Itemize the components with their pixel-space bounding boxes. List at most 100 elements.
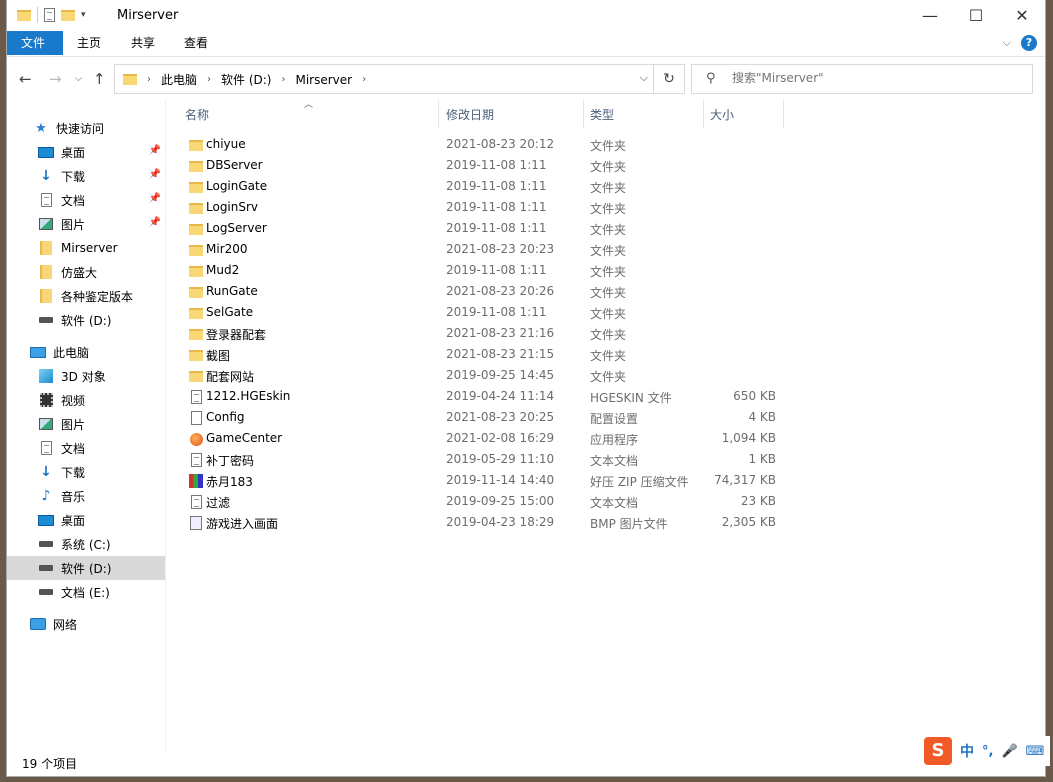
file-row[interactable]: RunGate 2021-08-23 20:26 文件夹 [182,281,782,302]
sidebar-item-this-pc[interactable]: 此电脑 [7,340,165,364]
sidebar-item-pictures[interactable]: 图片 📌 [7,212,165,236]
breadcrumb-item[interactable]: 软件 (D:) [221,71,271,88]
sidebar-item-quick-access[interactable]: ★ 快速访问 [7,116,165,140]
sidebar-item-videos[interactable]: 视频 [7,388,165,412]
column-separator[interactable] [783,100,784,128]
file-row[interactable]: LoginGate 2019-11-08 1:11 文件夹 [182,176,782,197]
file-row[interactable]: DBServer 2019-11-08 1:11 文件夹 [182,155,782,176]
column-separator[interactable] [583,100,584,128]
file-row[interactable]: LoginSrv 2019-11-08 1:11 文件夹 [182,197,782,218]
file-type: 文本文档 [590,496,639,510]
tab-view[interactable]: 查看 [170,31,222,55]
keyboard-icon[interactable]: ⌨ [1026,744,1045,759]
sidebar-item-network[interactable]: 网络 [7,612,165,636]
ime-language-toggle[interactable]: 中 [960,741,974,761]
sidebar-item-downloads-pc[interactable]: ↓ 下载 [7,460,165,484]
file-row[interactable]: 补丁密码 2019-05-29 11:10 文本文档 1 KB [182,449,782,470]
sidebar-item-drive-e[interactable]: 文档 (E:) [7,580,165,604]
sidebar-item-desktop[interactable]: 桌面 📌 [7,140,165,164]
sidebar-item-documents-pc[interactable]: 文档 [7,436,165,460]
properties-icon[interactable] [44,8,55,22]
status-bar: 19 个项目 [7,750,1045,776]
search-box[interactable]: ⚲ [691,64,1033,94]
pane-divider[interactable] [165,100,166,750]
file-row[interactable]: 过滤 2019-09-25 15:00 文本文档 23 KB [182,491,782,512]
refresh-icon[interactable]: ↻ [653,65,684,93]
file-icon [188,389,204,405]
sidebar-item-label: 软件 (D:) [61,313,112,328]
file-row[interactable]: 截图 2021-08-23 21:15 文件夹 [182,344,782,365]
sidebar-item-drive-d[interactable]: 软件 (D:) [7,308,165,332]
file-row[interactable]: Mud2 2019-11-08 1:11 文件夹 [182,260,782,281]
file-type: 文件夹 [590,160,627,174]
chevron-right-icon[interactable]: › [281,74,285,85]
file-row[interactable]: 登录器配套 2021-08-23 21:16 文件夹 [182,323,782,344]
sidebar-item-label: 桌面 [61,145,86,160]
pin-icon[interactable]: 📌 [149,145,161,156]
minimize-button[interactable]: — [907,0,953,31]
file-name: GameCenter [206,431,283,445]
pin-icon[interactable]: 📌 [149,193,161,204]
file-row[interactable]: chiyue 2021-08-23 20:12 文件夹 [182,134,782,155]
new-folder-icon[interactable] [61,9,75,21]
file-type: 应用程序 [590,433,639,447]
chevron-right-icon[interactable]: › [362,74,366,85]
file-row[interactable]: LogServer 2019-11-08 1:11 文件夹 [182,218,782,239]
file-row[interactable]: 1212.HGEskin 2019-04-24 11:14 HGESKIN 文件 65… [182,386,782,407]
text-file-icon [188,452,204,468]
column-header-type[interactable]: 类型 [590,104,702,126]
tab-file[interactable]: 文件 [7,31,63,55]
column-separator[interactable] [438,100,439,128]
microphone-icon[interactable]: 🎤 [1001,744,1017,759]
column-header-size[interactable]: 大小 [710,104,782,126]
file-row[interactable]: GameCenter 2021-02-08 16:29 应用程序 1,094 KB [182,428,782,449]
column-header-date[interactable]: 修改日期 [446,104,582,126]
sidebar-item-documents[interactable]: 文档 📌 [7,188,165,212]
file-row[interactable]: Config 2021-08-23 20:25 配置设置 4 KB [182,407,782,428]
customize-toolbar-chevron-icon[interactable]: ▾ [81,10,86,20]
sogou-logo-icon[interactable]: S [924,737,952,765]
sidebar-item-music[interactable]: ♪ 音乐 [7,484,165,508]
file-date: 2021-02-08 16:29 [446,431,555,445]
sidebar-item-fangshengda[interactable]: 仿盛大 [7,260,165,284]
chevron-right-icon[interactable]: › [207,74,211,85]
recent-locations-chevron-icon[interactable]: ⌵ [75,74,82,84]
column-header-name[interactable]: 名称 [185,104,437,126]
pin-icon[interactable]: 📌 [149,217,161,228]
pin-icon[interactable]: 📌 [149,169,161,180]
file-row[interactable]: 游戏进入画面 2019-04-23 18:29 BMP 图片文件 2,305 KB [182,512,782,533]
sidebar-item-drive-d-selected[interactable]: 软件 (D:) [7,556,165,580]
expand-ribbon-chevron-icon[interactable]: ⌵ [1003,36,1011,50]
sidebar-item-mirserver[interactable]: Mirserver [7,236,165,260]
sidebar-item-drive-c[interactable]: 系统 (C:) [7,532,165,556]
file-row[interactable]: 配套网站 2019-09-25 14:45 文件夹 [182,365,782,386]
sidebar-item-desktop-pc[interactable]: 桌面 [7,508,165,532]
breadcrumb-item[interactable]: Mirserver [295,73,352,87]
breadcrumb-item[interactable]: 此电脑 [161,71,197,88]
tab-share[interactable]: 共享 [117,31,169,55]
sidebar-item-pictures-pc[interactable]: 图片 [7,412,165,436]
file-row[interactable]: SelGate 2019-11-08 1:11 文件夹 [182,302,782,323]
file-name: Mud2 [206,263,240,277]
column-separator[interactable] [703,100,704,128]
help-icon[interactable]: ? [1021,35,1037,51]
back-arrow-icon[interactable]: ← [19,70,32,88]
ime-punctuation-toggle[interactable]: °, [982,744,993,759]
file-row[interactable]: 赤月183 2019-11-14 14:40 好压 ZIP 压缩文件 74,317 K… [182,470,782,491]
chevron-right-icon[interactable]: › [147,74,151,85]
forward-arrow-icon[interactable]: → [49,70,62,88]
sidebar-item-3d-objects[interactable]: 3D 对象 [7,364,165,388]
search-input[interactable] [730,70,1024,86]
tab-home[interactable]: 主页 [63,31,115,55]
maximize-button[interactable]: ☐ [953,0,999,31]
download-icon: ↓ [40,464,52,480]
address-dropdown-chevron-icon[interactable]: ⌵ [640,71,648,85]
sidebar-item-label: 图片 [61,417,86,432]
sidebar-item-downloads[interactable]: ↓ 下载 📌 [7,164,165,188]
up-arrow-icon[interactable]: ↑ [93,70,106,88]
file-row[interactable]: Mir200 2021-08-23 20:23 文件夹 [182,239,782,260]
sidebar-item-versions[interactable]: 各种鉴定版本 [7,284,165,308]
folder-icon [37,288,55,304]
close-button[interactable]: ✕ [999,0,1045,31]
address-bar[interactable]: › 此电脑 › 软件 (D:) › Mirserver › ⌵ ↻ [114,64,685,94]
